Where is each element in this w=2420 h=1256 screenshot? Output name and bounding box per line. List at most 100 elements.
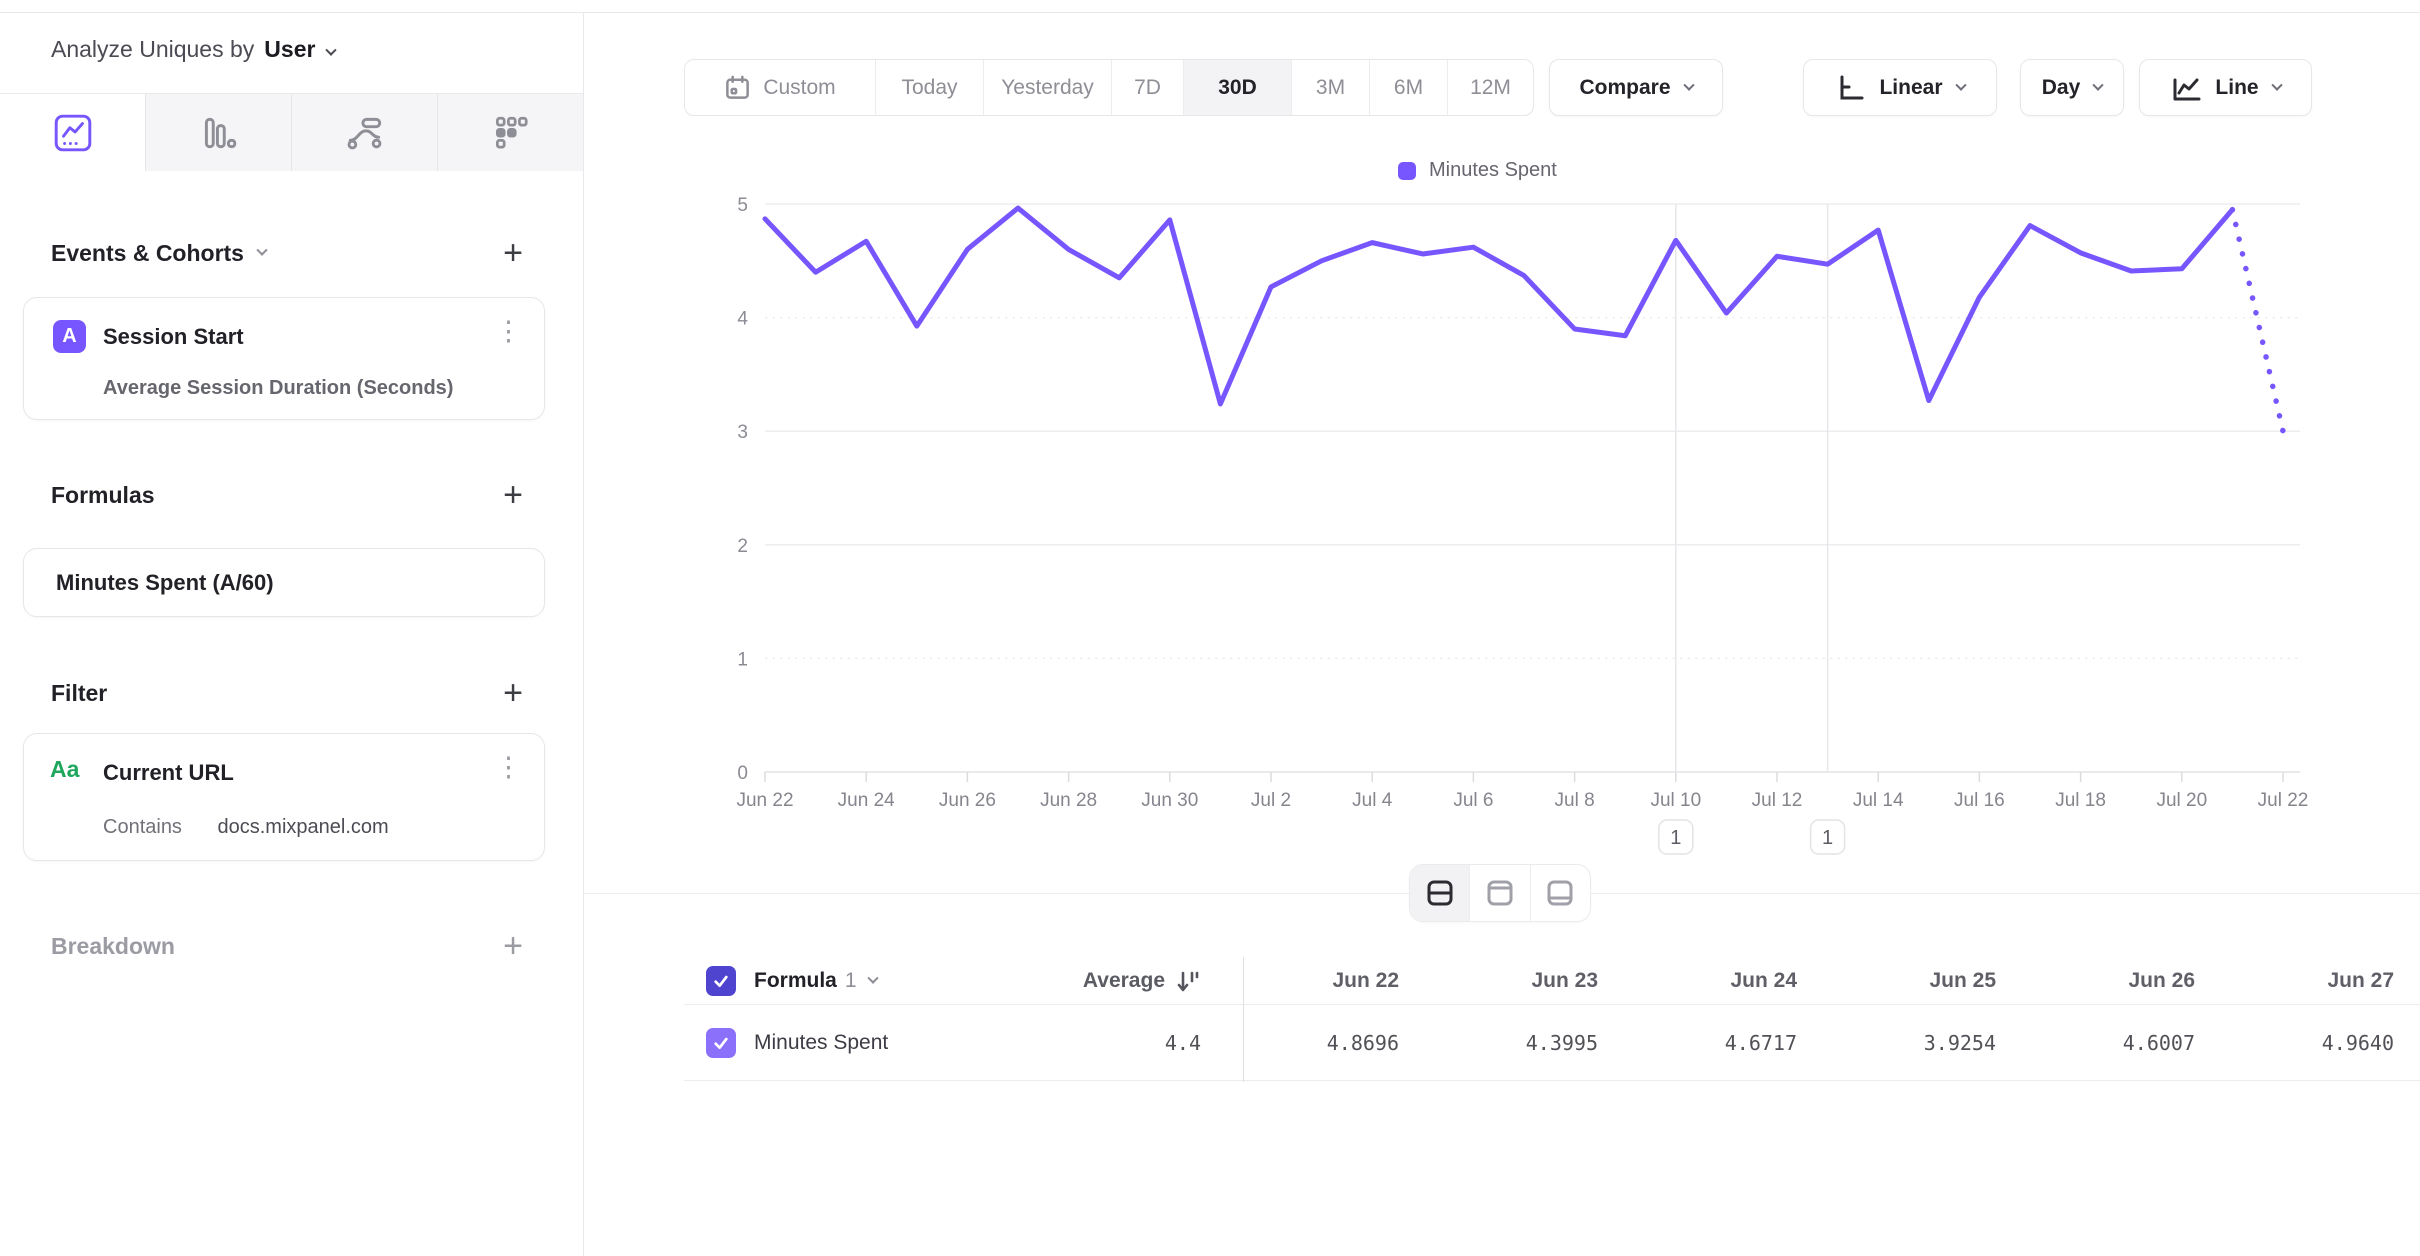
legend-swatch (1398, 162, 1416, 180)
add-filter-button[interactable]: + (503, 676, 523, 710)
average-header[interactable]: Average (1083, 969, 1165, 993)
add-event-button[interactable]: + (503, 236, 523, 270)
date-cell-value: 4.6007 (2022, 1031, 2221, 1055)
event-aggregation[interactable]: Average Session Duration (Seconds) (103, 377, 453, 400)
compare-button[interactable]: Compare (1549, 59, 1723, 116)
range-3m[interactable]: 3M (1291, 60, 1369, 115)
date-range-control: CustomTodayYesterday7D30D3M6M12M (684, 59, 1534, 116)
incomplete-segment (2232, 210, 2283, 432)
filter-title: Filter (51, 680, 107, 707)
range-custom[interactable]: Custom (685, 60, 875, 115)
retention-icon (490, 112, 532, 154)
formula-title[interactable]: Minutes Spent (A/60) (56, 570, 274, 596)
table-only-button[interactable] (1530, 865, 1590, 921)
kebab-menu-icon[interactable]: ⋮ (495, 318, 522, 345)
add-breakdown-button[interactable]: + (503, 929, 523, 963)
event-card[interactable]: A Session Start ⋮ Average Session Durati… (23, 297, 545, 420)
date-cell-value: 4.3995 (1425, 1031, 1624, 1055)
kebab-menu-icon[interactable]: ⋮ (495, 754, 522, 781)
x-tick-label: Jul 8 (1555, 790, 1595, 811)
bar-chart-icon (198, 112, 240, 154)
x-tick-label: Jul 10 (1650, 790, 1701, 811)
table-row-dates: 4.86964.39954.67173.92544.60074.9640 (1226, 1005, 2420, 1080)
x-tick-label: Jun 26 (939, 790, 996, 811)
y-tick-label: 4 (737, 309, 748, 330)
series-line[interactable] (765, 208, 2232, 404)
date-column-header[interactable]: Jun 24 (1624, 969, 1823, 993)
range-6m[interactable]: 6M (1369, 60, 1447, 115)
sort-descending-icon[interactable] (1175, 968, 1201, 994)
chart-type-dropdown[interactable]: Line (2139, 59, 2312, 116)
line-chart[interactable]: 012345Jun 22Jun 24Jun 26Jun 28Jun 30Jul … (600, 190, 2360, 890)
date-column-header[interactable]: Jun 23 (1425, 969, 1624, 993)
scale-dropdown[interactable]: Linear (1803, 59, 1997, 116)
chart-type-label: Line (2215, 76, 2258, 100)
series-name[interactable]: Minutes Spent (754, 1031, 888, 1055)
range-today[interactable]: Today (875, 60, 983, 115)
x-tick-label: Jul 4 (1352, 790, 1393, 811)
breakdown-section-header: Breakdown + (51, 929, 523, 963)
date-column-header[interactable]: Jun 26 (2022, 969, 2221, 993)
split-view-button[interactable] (1410, 865, 1469, 921)
date-column-header[interactable]: Jun 27 (2221, 969, 2420, 993)
chevron-down-icon[interactable] (867, 972, 878, 983)
sidebar-divider (583, 13, 584, 1256)
line-chart-icon (52, 112, 94, 154)
events-cohorts-title: Events & Cohorts (51, 240, 244, 267)
formula-header-label[interactable]: Formula (754, 969, 837, 993)
filter-operator[interactable]: Contains (103, 816, 182, 838)
legend-label: Minutes Spent (1429, 159, 1557, 182)
formula-card[interactable]: Minutes Spent (A/60) (23, 548, 545, 617)
event-title[interactable]: Session Start (103, 324, 244, 350)
line-chart-type-icon (2170, 72, 2202, 104)
filter-property[interactable]: Current URL (103, 760, 234, 786)
legend-item[interactable]: Minutes Spent (1398, 159, 1557, 182)
x-tick-label: Jul 12 (1752, 790, 1803, 811)
y-tick-label: 5 (737, 195, 748, 216)
x-tick-label: Jun 28 (1040, 790, 1097, 811)
analyze-uniques-control[interactable]: Analyze Uniques by User (51, 36, 335, 63)
date-cell-value: 4.9640 (2221, 1031, 2420, 1055)
panel-bottom-icon (1544, 877, 1576, 909)
calendar-icon (724, 74, 751, 101)
table-header-row: Formula 1 Average Jun 22Jun 23Jun 24Jun … (684, 957, 2420, 1005)
range-yesterday[interactable]: Yesterday (983, 60, 1111, 115)
view-toggle (1409, 864, 1591, 922)
x-tick-label: Jul 6 (1453, 790, 1493, 811)
tab-insights[interactable] (0, 94, 145, 171)
date-column-header[interactable]: Jun 22 (1226, 969, 1425, 993)
granularity-label: Day (2042, 76, 2081, 100)
x-tick-label: Jul 16 (1954, 790, 2005, 811)
series-checkbox[interactable] (706, 1028, 736, 1058)
analyze-label: Analyze Uniques by (51, 36, 254, 62)
chevron-down-icon[interactable] (256, 245, 267, 256)
table-header-dates: Jun 22Jun 23Jun 24Jun 25Jun 26Jun 27 (1226, 957, 2420, 1004)
table-row: Minutes Spent 4.4 4.86964.39954.67173.92… (684, 1005, 2420, 1081)
tab-flows[interactable] (291, 94, 437, 171)
filter-card[interactable]: Aa Current URL ⋮ Contains docs.mixpanel.… (23, 733, 545, 861)
tab-retention[interactable] (437, 94, 583, 171)
y-tick-label: 0 (737, 763, 748, 784)
events-cohorts-section-header: Events & Cohorts + (51, 236, 523, 270)
x-tick-label: Jun 24 (838, 790, 895, 811)
scale-label: Linear (1879, 76, 1942, 100)
filter-value[interactable]: docs.mixpanel.com (218, 816, 389, 838)
axis-scale-icon (1835, 73, 1865, 103)
tab-bar-chart[interactable] (145, 94, 291, 171)
range-30d[interactable]: 30D (1183, 60, 1291, 115)
range-12m[interactable]: 12M (1447, 60, 1533, 115)
formulas-section-header: Formulas + (51, 478, 523, 512)
x-tick-label: Jul 20 (2156, 790, 2207, 811)
analyze-value: User (264, 36, 315, 62)
range-7d[interactable]: 7D (1111, 60, 1183, 115)
granularity-dropdown[interactable]: Day (2020, 59, 2124, 116)
select-all-checkbox[interactable] (706, 966, 736, 996)
formula-header-number: 1 (845, 969, 857, 993)
date-column-header[interactable]: Jun 25 (1823, 969, 2022, 993)
chart-only-button[interactable] (1469, 865, 1529, 921)
add-formula-button[interactable]: + (503, 478, 523, 512)
chevron-down-icon (326, 45, 337, 56)
results-table: Formula 1 Average Jun 22Jun 23Jun 24Jun … (684, 957, 2420, 1081)
x-tick-label: Jun 22 (736, 790, 793, 811)
x-tick-label: Jul 2 (1251, 790, 1291, 811)
